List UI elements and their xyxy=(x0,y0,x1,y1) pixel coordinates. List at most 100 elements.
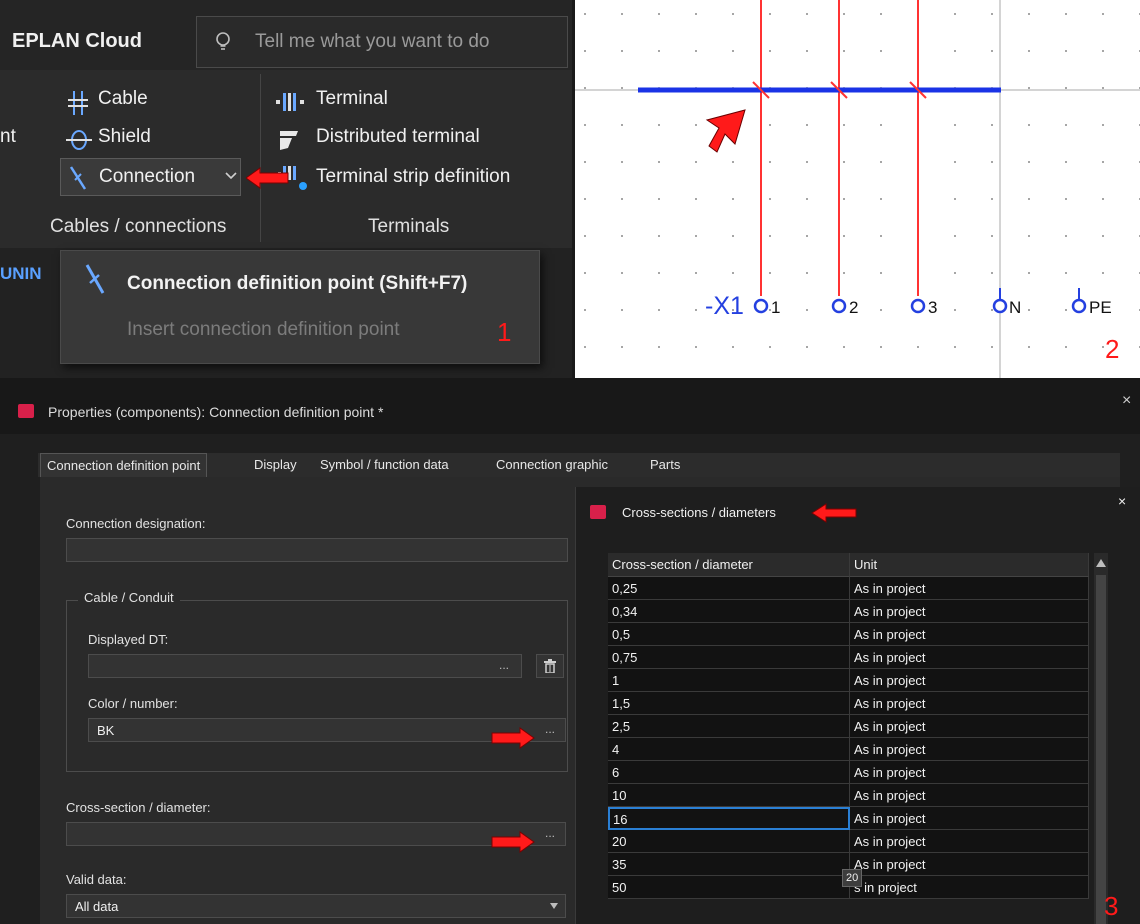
grid-scrollbar[interactable] xyxy=(1094,553,1108,924)
connection-definition-point-icon xyxy=(85,264,105,294)
connection-designation-field[interactable] xyxy=(66,538,568,562)
displayed-dt-field[interactable]: ... xyxy=(88,654,522,678)
menu-item-label: Connection definition point (Shift+F7) xyxy=(127,273,468,294)
step-marker-1: 1 xyxy=(497,317,512,347)
trash-icon xyxy=(544,659,556,673)
cross-section-cell[interactable]: 0,25 xyxy=(608,577,850,600)
eplan-app-icon xyxy=(18,404,34,418)
step-marker-3: 3 xyxy=(1104,891,1119,921)
terminal-label-1: 1 xyxy=(771,298,781,317)
unit-cell[interactable]: As in project xyxy=(850,669,1089,692)
cross-section-cell[interactable]: 10 xyxy=(608,784,850,807)
unit-cell[interactable]: As in project xyxy=(850,623,1089,646)
table-row[interactable]: 0,25 As in project xyxy=(608,577,1089,600)
valid-data-select[interactable]: All data xyxy=(66,894,566,918)
table-row[interactable]: 4 As in project xyxy=(608,738,1089,761)
red-arrow-icon xyxy=(246,167,289,189)
dialog-titlebar: Properties (components): Connection defi… xyxy=(0,378,1140,434)
close-icon[interactable]: × xyxy=(1118,493,1126,509)
tab-connection-definition-point[interactable]: Connection definition point xyxy=(40,453,208,477)
schematic-drawing xyxy=(575,0,1140,378)
cross-section-cell[interactable]: 2,5 xyxy=(608,715,850,738)
cross-section-cell[interactable]: 1 xyxy=(608,669,850,692)
tab-symbol-function-data[interactable]: Symbol / function data xyxy=(320,457,449,472)
delete-button[interactable] xyxy=(536,654,564,678)
unit-cell[interactable]: As in project xyxy=(850,807,1089,830)
unit-cell[interactable]: As in project xyxy=(850,830,1089,853)
partial-tab-label[interactable]: UNIN xyxy=(0,264,42,284)
unit-cell[interactable]: As in project xyxy=(850,853,1089,876)
unit-cell[interactable]: As in project xyxy=(850,600,1089,623)
terminal-label-pe: PE xyxy=(1089,298,1112,317)
cross-section-cell[interactable]: 4 xyxy=(608,738,850,761)
step-marker-2: 2 xyxy=(1105,334,1120,364)
close-icon[interactable]: × xyxy=(1122,392,1131,410)
unit-cell[interactable]: s in project xyxy=(850,876,1089,899)
table-row[interactable]: 1 As in project xyxy=(608,669,1089,692)
unit-cell[interactable]: As in project xyxy=(850,784,1089,807)
cross-section-browse-button[interactable]: ... xyxy=(545,826,555,840)
shield-icon xyxy=(66,130,92,150)
cable-label: Cable xyxy=(98,88,148,109)
red-arrow-icon xyxy=(491,831,535,853)
red-arrow-icon xyxy=(491,727,535,749)
distributed-terminal-label: Distributed terminal xyxy=(316,126,480,147)
cross-section-cell[interactable]: 16 xyxy=(608,807,850,830)
unit-cell[interactable]: As in project xyxy=(850,715,1089,738)
cross-section-cell[interactable]: 0,75 xyxy=(608,646,850,669)
cross-section-cell[interactable]: 1,5 xyxy=(608,692,850,715)
color-number-value: BK xyxy=(97,723,115,738)
connection-button[interactable]: Connection xyxy=(60,158,241,196)
column-header-unit[interactable]: Unit xyxy=(850,553,1089,577)
partial-ribbon-text: nt xyxy=(0,126,16,147)
tab-parts[interactable]: Parts xyxy=(650,457,680,472)
unit-cell[interactable]: As in project xyxy=(850,646,1089,669)
tab-display[interactable]: Display xyxy=(254,457,297,472)
valid-data-label: Valid data: xyxy=(66,872,127,887)
cross-section-cell[interactable]: 6 xyxy=(608,761,850,784)
search-placeholder: Tell me what you want to do xyxy=(255,31,490,52)
group-separator xyxy=(260,74,261,242)
scrollbar-thumb[interactable] xyxy=(1096,575,1106,924)
cross-section-cell[interactable]: 35 xyxy=(608,853,850,876)
table-row[interactable]: 6 As in project xyxy=(608,761,1089,784)
terminals-group-label: Terminals xyxy=(368,216,450,237)
tab-connection-graphic[interactable]: Connection graphic xyxy=(496,457,608,472)
table-row[interactable]: 20 As in project xyxy=(608,830,1089,853)
table-row[interactable]: 10 As in project xyxy=(608,784,1089,807)
table-row[interactable]: 16 As in project xyxy=(608,807,1089,830)
search-box[interactable]: Tell me what you want to do xyxy=(196,16,568,68)
table-row[interactable]: 0,34 As in project xyxy=(608,600,1089,623)
color-number-browse-button[interactable]: ... xyxy=(545,722,555,736)
value-tooltip: 20 xyxy=(842,869,863,887)
shield-label: Shield xyxy=(98,126,151,147)
table-row[interactable]: 2,5 As in project xyxy=(608,715,1089,738)
chevron-down-icon[interactable] xyxy=(225,171,237,181)
table-row[interactable]: 0,75 As in project xyxy=(608,646,1089,669)
popup-title: Cross-sections / diameters xyxy=(622,505,776,520)
schematic-canvas[interactable]: -X1 1 2 3 N PE 2 xyxy=(575,0,1140,378)
table-row[interactable]: 1,5 As in project xyxy=(608,692,1089,715)
connection-label: Connection xyxy=(99,166,196,187)
device-tag: -X1 xyxy=(705,292,744,320)
cross-section-cell[interactable]: 50 xyxy=(608,876,850,899)
unit-cell[interactable]: As in project xyxy=(850,577,1089,600)
lightbulb-icon xyxy=(216,32,230,50)
unit-cell[interactable]: As in project xyxy=(850,692,1089,715)
table-row[interactable]: 0,5 As in project xyxy=(608,623,1089,646)
connection-designation-label: Connection designation: xyxy=(66,516,206,531)
cross-section-cell[interactable]: 20 xyxy=(608,830,850,853)
eplan-cloud-tab[interactable]: EPLAN Cloud xyxy=(12,30,142,53)
column-header-cross-section[interactable]: Cross-section / diameter xyxy=(608,553,850,577)
connection-dropdown-menu: Connection definition point (Shift+F7) I… xyxy=(60,250,540,364)
distributed-terminal-icon xyxy=(280,131,298,150)
unit-cell[interactable]: As in project xyxy=(850,738,1089,761)
cross-section-cell[interactable]: 0,34 xyxy=(608,600,850,623)
menu-item-connection-definition-point[interactable]: Connection definition point (Shift+F7) xyxy=(61,251,539,307)
cable-icon xyxy=(68,91,88,115)
displayed-dt-browse-button[interactable]: ... xyxy=(499,658,509,672)
displayed-dt-label: Displayed DT: xyxy=(88,632,169,647)
cross-section-cell[interactable]: 0,5 xyxy=(608,623,850,646)
unit-cell[interactable]: As in project xyxy=(850,761,1089,784)
scroll-up-icon[interactable] xyxy=(1096,559,1106,567)
